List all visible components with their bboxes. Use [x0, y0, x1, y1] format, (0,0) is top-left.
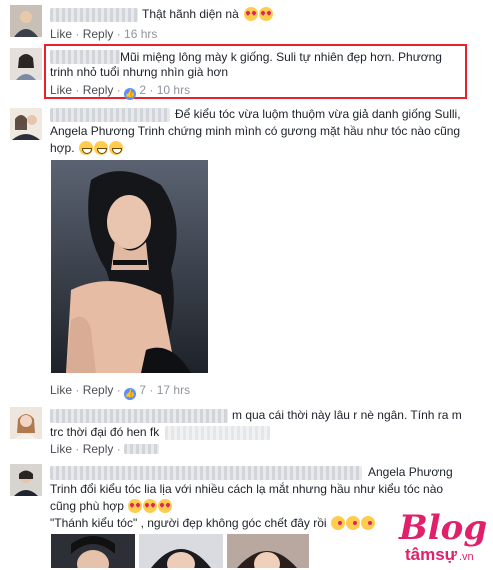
like-count[interactable]: 2 [139, 83, 146, 97]
reply-link[interactable]: Reply [83, 27, 114, 41]
emoji-group [243, 7, 273, 21]
timestamp[interactable]: 17 hrs [157, 383, 190, 397]
commenter-name-blurred[interactable] [50, 409, 228, 423]
comment-text: Mũi miệng lông mày k giống. Suli tự nhiê… [50, 50, 442, 79]
comment-actions: Like · Reply · [50, 442, 160, 456]
comment-text-line: Angela Phương Trinh chứng minh mình có g… [50, 124, 461, 138]
timestamp[interactable]: 10 hrs [157, 83, 190, 97]
comment-actions: Like · Reply · 16 hrs [50, 27, 158, 41]
comment-text-line: Trinh đổi kiểu tóc lia lịa với nhiều các… [50, 482, 444, 496]
heart-eyes-emoji [143, 499, 158, 513]
like-thumb-icon[interactable]: 👍 [124, 388, 137, 400]
avatar[interactable] [10, 5, 42, 37]
heart-eyes-emoji [244, 7, 258, 21]
avatar[interactable] [10, 407, 42, 439]
comment-actions: Like · Reply · 👍 7 · 17 hrs [50, 383, 191, 400]
comment-text: Thật hãnh diện nà [142, 7, 239, 21]
avatar[interactable] [10, 108, 42, 140]
grin-emoji [93, 141, 108, 155]
heart-eyes-emoji [259, 7, 273, 21]
blog-tamsu-watermark-logo: Blog tâmsự .vn [395, 505, 490, 567]
like-thumb-icon[interactable]: 👍 [124, 88, 137, 100]
grin-emoji [108, 141, 123, 155]
avatar[interactable] [10, 464, 42, 496]
like-link[interactable]: Like [50, 27, 72, 41]
like-count[interactable]: 7 [139, 383, 146, 397]
commenter-name-blurred[interactable] [50, 466, 362, 480]
reply-link[interactable]: Reply [83, 83, 114, 97]
kiss-emoji [360, 516, 375, 530]
commenter-name-blurred[interactable] [50, 8, 138, 22]
kiss-emoji [345, 516, 360, 530]
comment-photo[interactable] [51, 160, 208, 373]
like-link[interactable]: Like [50, 442, 72, 456]
comment-photo[interactable] [51, 534, 309, 568]
heart-eyes-emoji [158, 499, 173, 513]
reply-link[interactable]: Reply [83, 442, 114, 456]
heart-eyes-emoji [128, 499, 143, 513]
comment-text-line: m qua cái thời này lâu r nè ngân. Tính r… [232, 408, 462, 422]
like-link[interactable]: Like [50, 383, 72, 397]
svg-text:.vn: .vn [459, 551, 474, 563]
avatar[interactable] [10, 48, 42, 80]
comment-actions: Like · Reply · 👍 2 · 10 hrs [50, 83, 191, 100]
like-link[interactable]: Like [50, 83, 72, 97]
timestamp[interactable]: 16 hrs [124, 27, 157, 41]
comment-text-line: Angela Phương [368, 465, 453, 479]
comment-text-line: hợp. [50, 141, 123, 156]
comment-text-line: trc thời đại đó hen fk [50, 425, 160, 439]
kiss-emoji [330, 516, 345, 530]
svg-text:Blog: Blog [398, 508, 487, 548]
timestamp-blurred [124, 444, 160, 454]
reply-link[interactable]: Reply [83, 383, 114, 397]
comment-text-line: "Thánh kiểu tóc" , người đẹp không góc c… [50, 516, 375, 531]
commenter-name-blurred[interactable] [50, 108, 170, 122]
comment-text-line: Để kiểu tóc vừa luộm thuộm vừa giả danh … [175, 107, 461, 121]
blurred-text [165, 426, 270, 440]
svg-text:tâmsự: tâmsự [405, 545, 458, 564]
grin-emoji [78, 141, 93, 155]
comment-text-line: cũng phù hợp [50, 499, 173, 514]
